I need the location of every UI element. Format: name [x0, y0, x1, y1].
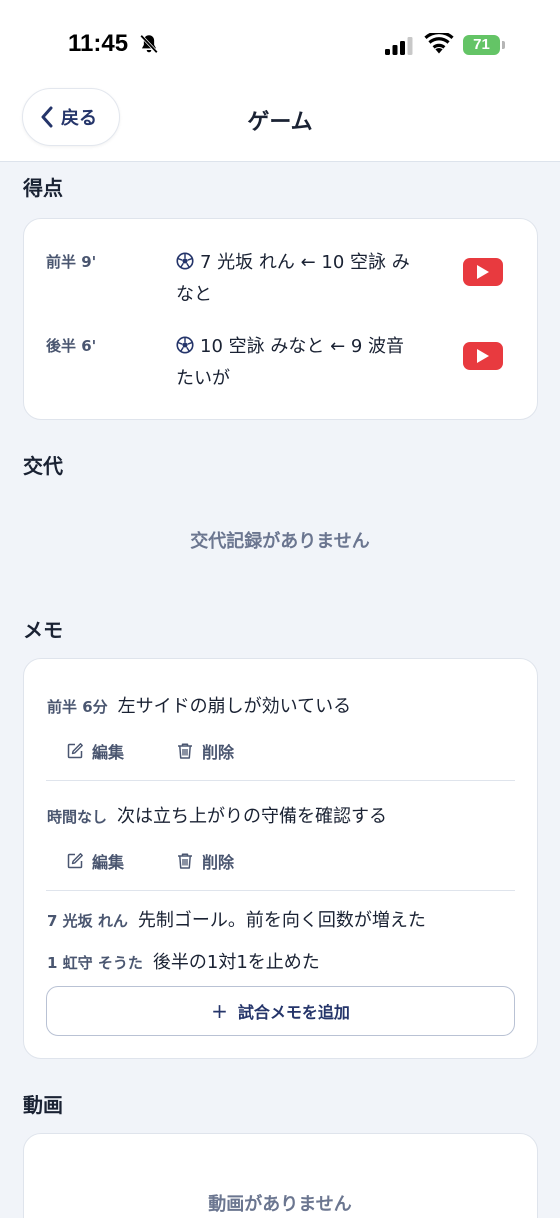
goal-description-line1: 10 空詠 みなと ← 9 波音 [200, 336, 405, 357]
trash-icon [178, 853, 192, 869]
substitutions-empty-text: 交代記録がありません [190, 531, 370, 552]
memo-divider [46, 890, 515, 891]
memo-actions: 編集 削除 [66, 849, 234, 873]
edit-icon [67, 853, 83, 869]
edit-memo-button[interactable]: 編集 [66, 849, 176, 873]
youtube-video-button[interactable] [463, 258, 503, 286]
edit-icon [67, 743, 83, 759]
memo-item: 時間なし 次は立ち上がりの守備を確認する [47, 802, 387, 828]
memo-heading: メモ [23, 618, 63, 642]
play-icon [477, 349, 489, 363]
back-label: 戻る [61, 108, 97, 129]
player-memo-item: 7 光坂 れん 先制ゴール。前を向く回数が増えた [47, 906, 426, 932]
memo-text: 次は立ち上がりの守備を確認する [117, 806, 388, 827]
delete-label: 削除 [202, 853, 235, 872]
wifi-icon [424, 33, 454, 54]
cellular-signal-icon [385, 37, 413, 55]
goals-heading: 得点 [23, 176, 63, 200]
edit-label: 編集 [92, 743, 125, 762]
delete-memo-button[interactable]: 削除 [176, 849, 234, 873]
edit-label: 編集 [92, 853, 125, 872]
player-name: 7 光坂 れん [47, 912, 128, 930]
add-memo-button[interactable]: + 試合メモを追加 [46, 986, 515, 1036]
youtube-video-button[interactable] [463, 342, 503, 370]
status-time: 11:45 [68, 30, 129, 57]
goal-description: 10 空詠 みなと ← 9 波音 たいが [176, 331, 448, 395]
memo-time: 前半 6分 [47, 698, 108, 716]
video-empty-text: 動画がありません [208, 1194, 352, 1215]
delete-memo-button[interactable]: 削除 [176, 739, 234, 763]
goal-description-line2: たいが [176, 368, 230, 389]
goal-time: 前半 9' [46, 253, 97, 271]
player-memo-text: 先制ゴール。前を向く回数が増えた [137, 910, 426, 931]
goal-description-line1: 7 光坂 れん ← 10 空詠 み [200, 252, 410, 273]
memo-card: 前半 6分 左サイドの崩しが効いている 編集 削除 時間なし 次は立ち上がりの守備を… [23, 658, 538, 1059]
substitutions-heading: 交代 [23, 454, 63, 478]
bell-slash-icon [140, 34, 158, 54]
chevron-left-icon [41, 106, 53, 128]
battery-indicator: 71 [463, 35, 505, 55]
trash-icon [178, 743, 192, 759]
soccer-ball-icon [176, 336, 194, 354]
goal-time: 後半 6' [46, 337, 97, 355]
player-memo-text: 後半の1対1を止めた [152, 952, 320, 973]
player-name: 1 虹守 そうた [47, 954, 143, 972]
play-icon [477, 265, 489, 279]
video-heading: 動画 [23, 1093, 63, 1117]
navigation-bar: ゲーム 戻る [0, 86, 560, 162]
memo-item: 前半 6分 左サイドの崩しが効いている [47, 692, 351, 718]
memo-divider [46, 780, 515, 781]
goals-card: 前半 9' 7 光坂 れん ← 10 空詠 み なと 後半 6' 10 空詠 み… [23, 218, 538, 420]
memo-text: 左サイドの崩しが効いている [117, 696, 352, 717]
delete-label: 削除 [202, 743, 235, 762]
battery-level: 71 [473, 36, 490, 53]
goal-description: 7 光坂 れん ← 10 空詠 み なと [176, 247, 448, 311]
add-memo-label: 試合メモを追加 [237, 1003, 350, 1022]
status-bar: 11:45 71 [0, 0, 560, 86]
soccer-ball-icon [176, 252, 194, 270]
memo-time: 時間なし [47, 808, 108, 826]
plus-icon: + [211, 999, 228, 1023]
memo-actions: 編集 削除 [66, 739, 234, 763]
player-memo-item: 1 虹守 そうた 後半の1対1を止めた [47, 948, 320, 974]
edit-memo-button[interactable]: 編集 [66, 739, 176, 763]
goal-description-line2: なと [176, 284, 212, 305]
back-button[interactable]: 戻る [22, 88, 120, 146]
